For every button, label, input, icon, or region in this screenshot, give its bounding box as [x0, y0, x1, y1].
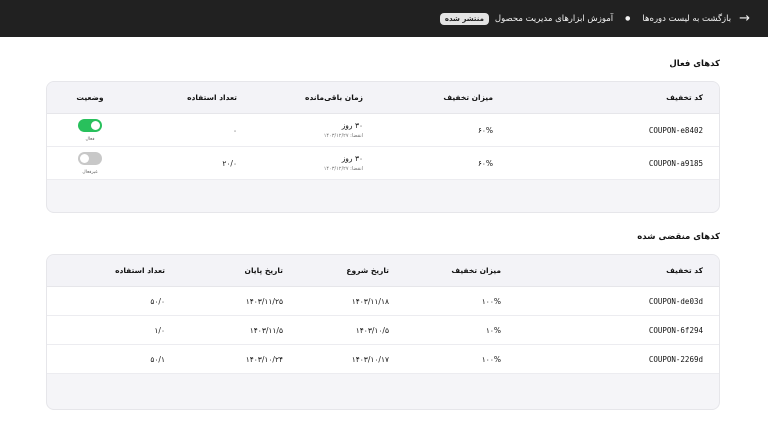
expiry-date: انقضا: ۱۴۰۳/۱۲/۲۷ [323, 166, 363, 172]
discount-value: ۱۰۰% [481, 354, 501, 364]
expired-codes-title: کدهای منقضی شده [637, 232, 720, 242]
status-cell: فعال [47, 118, 147, 142]
status-toggle[interactable] [78, 151, 102, 165]
remaining-days: ۳۰ روز [341, 121, 363, 130]
coupon-code: COUPON-de03d [648, 296, 703, 306]
remaining-days: ۳۰ روز [341, 154, 363, 163]
header-usage: تعداد استفاده [187, 93, 237, 102]
status-label: فعال [85, 136, 95, 142]
toggle-knob [80, 153, 89, 163]
coupon-code: COUPON-a9185 [648, 158, 703, 168]
header-code: کد تخفیف [666, 266, 703, 275]
usage-count: ۵۰/۱ [150, 354, 165, 364]
end-date: ۱۴۰۳/۱۱/۵ [249, 325, 283, 335]
active-codes-table: کد تخفیف میزان تخفیف زمان باقی‌مانده تعد… [46, 81, 720, 213]
course-title: آموزش ابزارهای مدیریت محصول [494, 13, 614, 24]
back-label: بازگشت به لیست دوره‌ها [642, 13, 732, 24]
toggle-knob [91, 120, 100, 130]
header-remaining: زمان باقی‌مانده [305, 93, 363, 102]
header-end-date: تاریخ پایان [244, 266, 283, 275]
status-label: غیرفعال [82, 169, 98, 175]
coupon-code: COUPON-2269d [648, 354, 703, 364]
coupon-code: COUPON-e8402 [648, 125, 703, 135]
remaining-time: ۳۰ روز انقضا: ۱۴۰۳/۱۲/۲۷ [245, 121, 373, 139]
discount-value: ۱۰۰% [481, 296, 501, 306]
end-date: ۱۴۰۳/۱۰/۲۴ [245, 354, 283, 364]
start-date: ۱۴۰۳/۱۰/۱۷ [351, 354, 389, 364]
end-date: ۱۴۰۳/۱۱/۲۵ [245, 296, 283, 306]
table-header: کد تخفیف میزان تخفیف تاریخ شروع تاریخ پا… [47, 255, 719, 287]
expired-codes-table: کد تخفیف میزان تخفیف تاریخ شروع تاریخ پا… [46, 254, 720, 410]
expiry-date: انقضا: ۱۴۰۳/۱۲/۲۷ [323, 133, 363, 139]
header-usage: تعداد استفاده [115, 266, 165, 275]
coupon-code: COUPON-6f294 [648, 325, 703, 335]
separator-dot: ● [625, 15, 631, 22]
table-header: کد تخفیف میزان تخفیف زمان باقی‌مانده تعد… [47, 82, 719, 114]
discount-value: ۶۰% [477, 125, 493, 135]
status-badge: منتشر شده [439, 12, 489, 25]
header-discount: میزان تخفیف [443, 93, 493, 102]
table-row: COUPON-2269d ۱۰۰% ۱۴۰۳/۱۰/۱۷ ۱۴۰۳/۱۰/۲۴ … [47, 345, 719, 374]
remaining-time: ۳۰ روز انقضا: ۱۴۰۳/۱۲/۲۷ [245, 154, 373, 172]
usage-count: ۲۰/۰ [222, 158, 237, 168]
status-cell: غیرفعال [47, 151, 147, 175]
table-row: COUPON-e8402 ۶۰% ۳۰ روز انقضا: ۱۴۰۳/۱۲/۲… [47, 114, 719, 147]
start-date: ۱۴۰۳/۱۰/۵ [355, 325, 389, 335]
usage-count: ۰ [232, 125, 237, 135]
active-codes-title: کدهای فعال [669, 59, 720, 69]
usage-count: ۵۰/۰ [150, 296, 165, 306]
back-to-courses-button[interactable]: → بازگشت به لیست دوره‌ها [642, 12, 750, 25]
table-row: COUPON-6f294 ۱۰% ۱۴۰۳/۱۰/۵ ۱۴۰۳/۱۱/۵ ۱/۰ [47, 316, 719, 345]
arrow-right-icon: → [739, 11, 750, 26]
header-discount: میزان تخفیف [451, 266, 501, 275]
header-status: وضعیت [76, 93, 104, 102]
discount-value: ۱۰% [485, 325, 501, 335]
usage-count: ۱/۰ [154, 325, 165, 335]
start-date: ۱۴۰۳/۱۱/۱۸ [351, 296, 389, 306]
top-bar: → بازگشت به لیست دوره‌ها ● آموزش ابزارها… [0, 0, 768, 37]
discount-value: ۶۰% [477, 158, 493, 168]
header-code: کد تخفیف [666, 93, 703, 102]
table-row: COUPON-a9185 ۶۰% ۳۰ روز انقضا: ۱۴۰۳/۱۲/۲… [47, 147, 719, 180]
header-start-date: تاریخ شروع [346, 266, 389, 275]
status-toggle[interactable] [78, 118, 102, 132]
table-row: COUPON-de03d ۱۰۰% ۱۴۰۳/۱۱/۱۸ ۱۴۰۳/۱۱/۲۵ … [47, 287, 719, 316]
